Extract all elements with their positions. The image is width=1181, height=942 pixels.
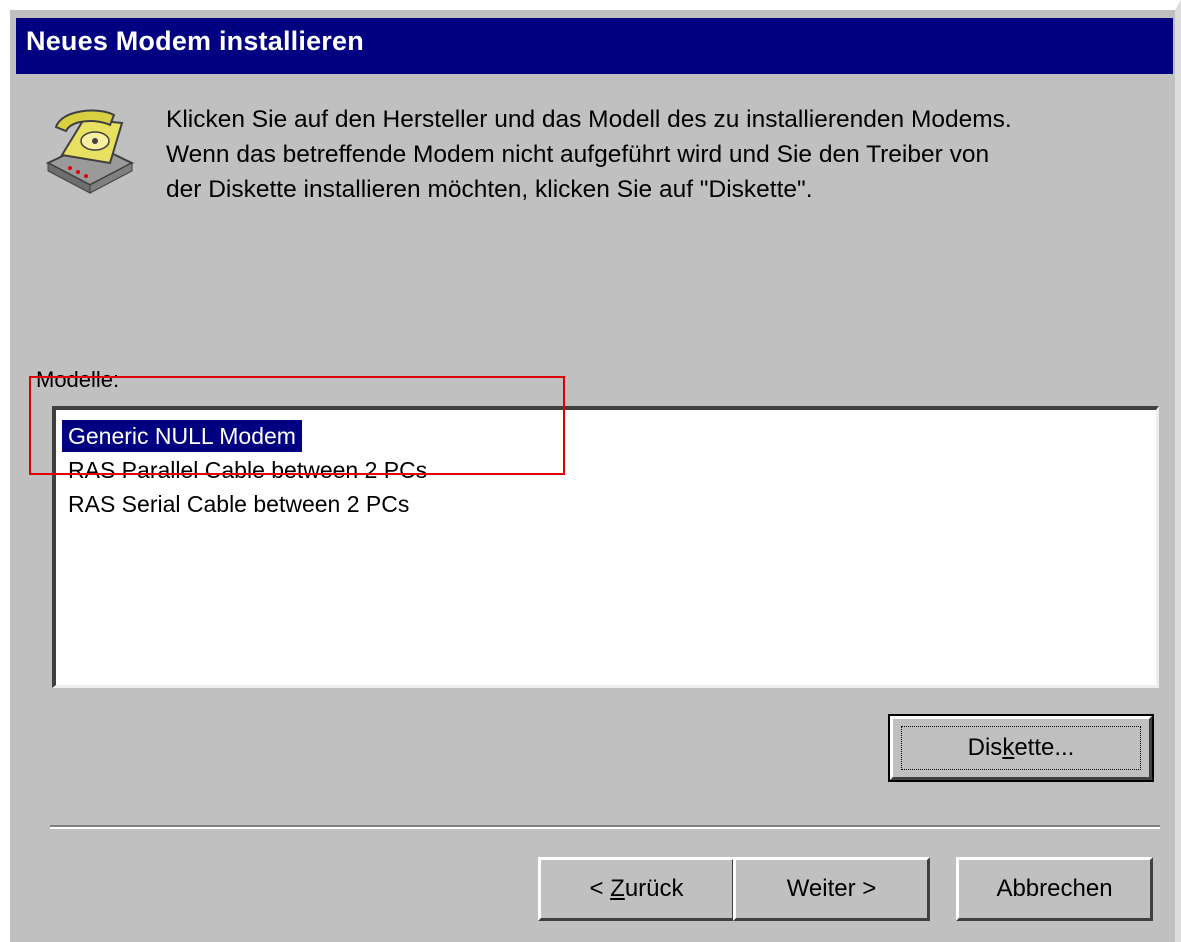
back-button[interactable]: < Zurück [538,857,735,921]
list-item[interactable]: Generic NULL Modem [62,420,302,452]
cancel-button[interactable]: Abbrechen [956,857,1153,921]
next-button-label: Weiter > [786,875,877,902]
cancel-button-label: Abbrechen [996,875,1113,902]
list-item[interactable]: RAS Serial Cable between 2 PCs [62,488,415,520]
title-bar[interactable]: Neues Modem installieren [16,18,1173,74]
install-modem-dialog: Neues Modem installieren Klicken Sie auf… [0,0,1181,942]
next-button[interactable]: Weiter > [733,857,930,921]
models-listbox[interactable]: Generic NULL Modem RAS Parallel Cable be… [52,406,1159,688]
list-item[interactable]: RAS Parallel Cable between 2 PCs [62,454,433,486]
diskette-button[interactable]: Diskette... [888,714,1154,782]
instruction-line: Wenn das betreffende Modem nicht aufgefü… [166,141,990,168]
diskette-button-label: Diskette... [967,734,1075,761]
telephone-modem-icon [45,109,135,194]
models-label: Modelle: [36,367,120,392]
instruction-line: der Diskette installieren möchten, klick… [166,176,813,203]
separator-line [50,825,1160,829]
instruction-line: Klicken Sie auf den Hersteller und das M… [166,106,1012,133]
dialog-title: Neues Modem installieren [26,26,364,56]
back-button-label: < Zurück [589,875,684,902]
instruction-text: Klicken Sie auf den Hersteller und das M… [166,102,1171,207]
